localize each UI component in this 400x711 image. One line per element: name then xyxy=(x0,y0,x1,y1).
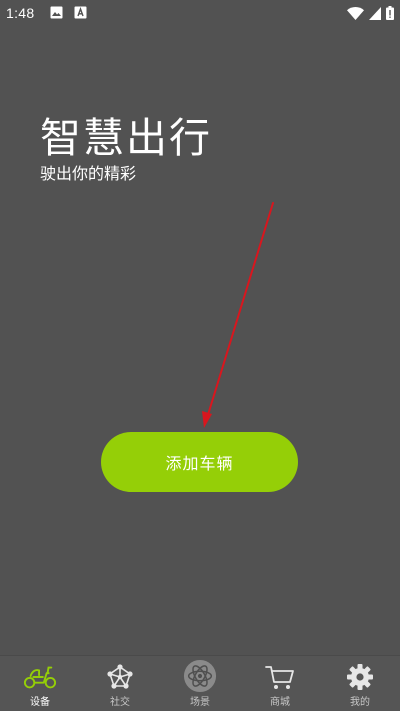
nav-item-mall[interactable]: 商城 xyxy=(240,656,320,711)
nav-label-scene: 场景 xyxy=(190,697,210,708)
battery-icon xyxy=(386,6,394,20)
status-bar: 1:48 xyxy=(0,0,400,28)
page-title: 智慧出行 xyxy=(40,114,212,162)
app-screen: 1:48 智慧出行 驶出你的精彩 添加车辆 设备 社交 场景 商城 我的 xyxy=(0,0,400,711)
nav-item-social[interactable]: 社交 xyxy=(80,656,160,711)
nav-label-mall: 商城 xyxy=(270,697,290,708)
nav-item-scene[interactable]: 场景 xyxy=(160,656,240,711)
atom-icon xyxy=(183,659,217,693)
add-vehicle-button[interactable]: 添加车辆 xyxy=(101,432,298,492)
page-subtitle: 驶出你的精彩 xyxy=(40,164,137,183)
status-time: 1:48 xyxy=(6,5,35,21)
scooter-icon xyxy=(23,661,57,693)
nav-label-mine: 我的 xyxy=(350,697,370,708)
gear-icon xyxy=(343,661,377,693)
wifi-icon xyxy=(347,6,364,20)
nav-item-device[interactable]: 设备 xyxy=(0,656,80,711)
signal-icon xyxy=(369,6,381,20)
a-icon xyxy=(74,6,87,19)
nav-label-social: 社交 xyxy=(110,697,130,708)
network-icon xyxy=(103,661,137,693)
cart-icon xyxy=(263,661,297,693)
nav-label-device: 设备 xyxy=(30,697,50,708)
status-indicators xyxy=(347,6,394,20)
nav-item-mine[interactable]: 我的 xyxy=(320,656,400,711)
image-icon xyxy=(50,6,63,19)
bottom-nav: 设备 社交 场景 商城 我的 xyxy=(0,655,400,711)
